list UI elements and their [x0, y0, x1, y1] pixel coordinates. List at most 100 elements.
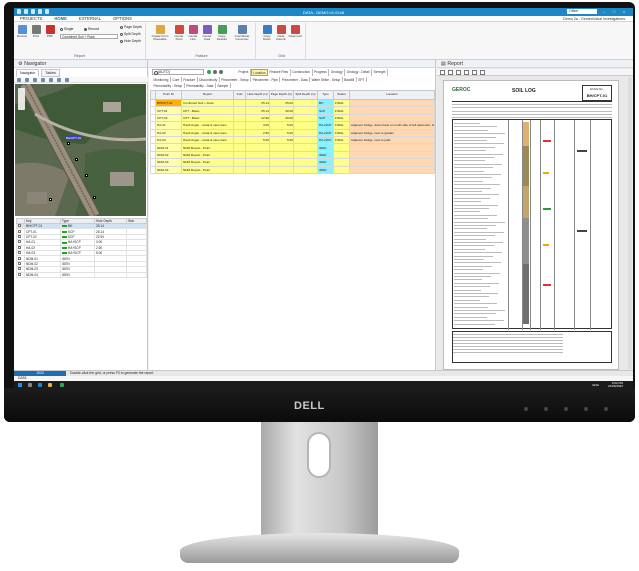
row-checkbox[interactable]: [18, 235, 21, 238]
point-id-cell[interactable]: HA-01: [155, 121, 182, 130]
page-depth-cell[interactable]: [269, 150, 294, 160]
hole-depth-cell[interactable]: 5.00: [245, 135, 270, 145]
tab-sample[interactable]: Sample: [216, 83, 231, 88]
tab-water-strike-setup[interactable]: Water Strike - Setup: [310, 77, 343, 82]
point-id-cell[interactable]: NDM-03: [155, 158, 182, 167]
split-depth-option[interactable]: Split Depth: [120, 32, 141, 36]
hole-depth-cell[interactable]: 25.14: [245, 106, 270, 115]
point-id-cell[interactable]: CPT-01: [155, 106, 182, 115]
tab-projects[interactable]: PROJECTS: [14, 16, 48, 21]
location-cell[interactable]: [349, 143, 435, 152]
select-icon[interactable]: [41, 77, 45, 82]
location-cell[interactable]: [349, 150, 435, 160]
hole-depth-cell[interactable]: [245, 143, 270, 152]
location-cell[interactable]: [349, 98, 435, 108]
status-cell[interactable]: [333, 143, 350, 152]
pan-icon[interactable]: [33, 77, 37, 82]
grid-cell[interactable]: [233, 121, 246, 130]
forward-icon[interactable]: [207, 70, 211, 74]
coordinate-converter-button[interactable]: Coordinate Converter: [232, 25, 252, 42]
page-depth-cell[interactable]: 25.00: [269, 98, 294, 108]
type-cell[interactable]: HA+SCP: [317, 128, 334, 137]
aerial-map[interactable]: BH/CPT-01: [15, 84, 146, 216]
report-cell[interactable]: Hand Auger - scala & vane bars: [181, 121, 234, 130]
status-cell[interactable]: FINAL: [333, 128, 350, 137]
hole-depth-cell[interactable]: [245, 165, 270, 174]
folder-icon[interactable]: [48, 382, 52, 387]
minimize-button[interactable]: –: [601, 9, 607, 14]
page-depth-cell[interactable]: 5.00: [269, 128, 294, 137]
hole-depth-cell[interactable]: 2.50: [245, 128, 270, 137]
location-cell[interactable]: [349, 113, 435, 123]
split-depth-cell[interactable]: [293, 150, 318, 160]
tab-discontinuity[interactable]: Discontinuity: [198, 77, 220, 82]
hole-depth-cell[interactable]: 22.90: [245, 113, 270, 123]
page-depth-cell[interactable]: [269, 158, 294, 167]
copy-down-button[interactable]: Copy Down: [260, 25, 274, 42]
row-checkbox[interactable]: [18, 229, 21, 233]
zoom-out-icon[interactable]: [25, 77, 29, 82]
table-row[interactable]: CPT-02 CPT - Basic 22.90 30.00 SCP FINAL: [150, 113, 435, 123]
tab-progress[interactable]: Progress: [313, 69, 330, 76]
page-depth-cell[interactable]: [269, 165, 294, 174]
maximize-button[interactable]: □: [611, 9, 617, 14]
row-checkbox[interactable]: [18, 256, 21, 260]
location-cell[interactable]: [349, 165, 435, 174]
grid-cell[interactable]: [233, 128, 246, 137]
row-checkbox[interactable]: [18, 246, 21, 249]
type-cell[interactable]: IDEN: [317, 165, 334, 174]
status-cell[interactable]: FINAL: [333, 98, 350, 108]
table-row[interactable]: CPT-01 CPT - Basic 25.14 30.00 SCP FINAL: [150, 106, 435, 115]
location-cell[interactable]: [349, 158, 435, 167]
table-row[interactable]: NDM-01 NDM Report - Point IDEN: [150, 143, 435, 152]
hole-depth-option[interactable]: Hole Depth: [120, 39, 141, 43]
column-header[interactable]: Type: [317, 90, 334, 100]
single-page-icon[interactable]: [464, 69, 469, 75]
zoom-icon[interactable]: [480, 69, 485, 75]
table-row[interactable]: HA-03 Hand Auger - scala & vane bars 5.00 5…: [150, 135, 435, 145]
split-depth-cell[interactable]: [293, 121, 318, 130]
report-cell[interactable]: Hand Auger - scala & vane bars: [181, 135, 234, 145]
table-row[interactable]: NDM-02 NDM Report - Point IDEN: [150, 150, 435, 160]
browser-icon[interactable]: [38, 382, 42, 387]
type-cell[interactable]: HA+SCP: [317, 135, 334, 145]
row-checkbox[interactable]: [18, 224, 21, 228]
grid-cell[interactable]: [233, 135, 246, 145]
page-depth-cell[interactable]: 30.00: [269, 113, 294, 123]
tab-construction[interactable]: Construction: [291, 69, 313, 76]
type-cell[interactable]: BH: [317, 98, 334, 108]
status-cell[interactable]: FINAL: [333, 113, 350, 123]
column-header[interactable]: Hole Depth (m): [245, 90, 270, 100]
hole-depth-cell[interactable]: 25.14: [245, 98, 270, 108]
split-depth-cell[interactable]: [293, 143, 318, 152]
report-cell[interactable]: NDM Report - Point: [181, 150, 234, 160]
page-depth-cell[interactable]: 5.00: [269, 121, 294, 130]
point-id-cell[interactable]: HA-02: [155, 128, 182, 137]
column-header[interactable]: Location: [349, 90, 435, 100]
system-clock[interactable]: 6:02 PM 21/06/2022: [608, 381, 623, 388]
map-zoom-control[interactable]: [18, 88, 25, 110]
tab-backfill[interactable]: Backfill: [343, 77, 357, 82]
grid-cell[interactable]: [233, 98, 246, 108]
column-header[interactable]: Point ID: [155, 90, 182, 100]
column-header[interactable]: Split Depth (m): [293, 90, 318, 100]
tab-feature-files[interactable]: Feature Files: [268, 69, 291, 76]
grid-cell[interactable]: [233, 158, 246, 167]
split-depth-cell[interactable]: [293, 113, 318, 123]
tab-navigator[interactable]: Navigator: [16, 69, 40, 77]
report-cell[interactable]: Combined Soil + Rock: [181, 98, 234, 108]
type-cell[interactable]: SCP: [317, 113, 334, 123]
map-point-label[interactable]: BH/CPT-01: [65, 136, 83, 140]
center-line-button[interactable]: Center Line: [186, 25, 200, 42]
status-cell[interactable]: FINAL: [333, 121, 350, 130]
tab-spt[interactable]: SPT: [357, 77, 367, 82]
print-icon[interactable]: [440, 69, 445, 75]
map-pin[interactable]: [67, 142, 70, 145]
status-cell[interactable]: [333, 158, 350, 167]
location-cell[interactable]: Adjacent bridge, next to garden: [349, 128, 435, 137]
create-from-placeable-button[interactable]: Create From Placeable: [150, 25, 170, 42]
grid-search-input[interactable]: [AUTO]: [152, 69, 204, 75]
filter-icon[interactable]: [219, 70, 223, 74]
report-page[interactable]: GEROC SOIL LOG HOLE No. BH/CPT-01: [443, 80, 619, 370]
center-area-button[interactable]: Center Area: [200, 25, 214, 42]
